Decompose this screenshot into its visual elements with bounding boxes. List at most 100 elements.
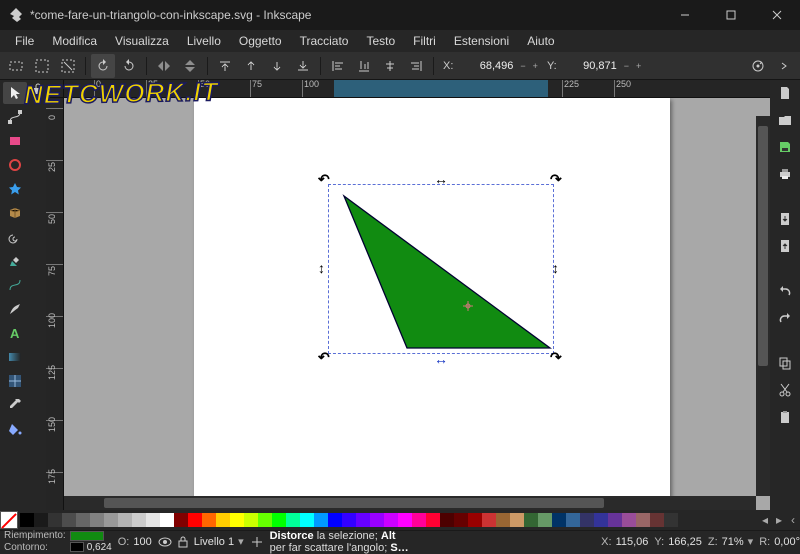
palette-scroll-left[interactable]: ◂ — [758, 513, 772, 527]
color-swatch[interactable] — [650, 513, 664, 527]
color-swatch[interactable] — [356, 513, 370, 527]
tool-spiral[interactable] — [3, 226, 27, 248]
snap-menu-chevron-icon[interactable] — [772, 54, 796, 78]
color-swatch[interactable] — [272, 513, 286, 527]
opacity-value[interactable]: 100 — [133, 536, 151, 548]
color-swatch[interactable] — [636, 513, 650, 527]
rotate-handle-bl[interactable]: ↶ — [318, 350, 330, 364]
color-swatch[interactable] — [258, 513, 272, 527]
color-swatch[interactable] — [482, 513, 496, 527]
color-swatch[interactable] — [174, 513, 188, 527]
menu-view[interactable]: Visualizza — [106, 32, 178, 50]
color-swatch[interactable] — [90, 513, 104, 527]
menu-object[interactable]: Oggetto — [230, 32, 291, 50]
rotate-handle-tr[interactable]: ↷ — [550, 172, 562, 186]
fill-swatch[interactable] — [70, 531, 104, 541]
skew-handle-top[interactable]: ↔ — [434, 172, 448, 186]
raise-icon[interactable] — [239, 54, 263, 78]
color-swatch[interactable] — [230, 513, 244, 527]
stroke-swatch[interactable] — [70, 542, 84, 552]
export-icon[interactable] — [778, 239, 792, 256]
skew-handle-bottom[interactable]: ↔ — [434, 352, 448, 366]
tool-bucket[interactable] — [3, 418, 27, 440]
color-swatch[interactable] — [20, 513, 34, 527]
ruler-corner[interactable] — [46, 80, 64, 98]
layer-chevron-icon[interactable]: ▾ — [238, 535, 244, 548]
color-swatch[interactable] — [412, 513, 426, 527]
color-swatch[interactable] — [314, 513, 328, 527]
color-swatch[interactable] — [146, 513, 160, 527]
zoom-chevron-icon[interactable]: ▾ — [748, 535, 754, 548]
tool-node[interactable] — [3, 106, 27, 128]
color-swatch[interactable] — [538, 513, 552, 527]
paste-icon[interactable] — [778, 410, 792, 427]
menu-layer[interactable]: Livello — [178, 32, 230, 50]
align-hcenter-icon[interactable] — [378, 54, 402, 78]
color-swatch[interactable] — [468, 513, 482, 527]
menu-path[interactable]: Tracciato — [291, 32, 358, 50]
y-dec-button[interactable]: − — [621, 61, 632, 71]
y-inc-button[interactable]: + — [633, 61, 644, 71]
select-all-layer-icon[interactable] — [4, 54, 28, 78]
tool-mesh[interactable] — [3, 370, 27, 392]
menu-file[interactable]: File — [6, 32, 43, 50]
color-swatch[interactable] — [524, 513, 538, 527]
v-scroll-thumb[interactable] — [758, 126, 768, 366]
rotate-handle-tl[interactable]: ↶ — [318, 172, 330, 186]
rotate-object-ccw-icon[interactable] — [91, 54, 115, 78]
menu-edit[interactable]: Modifica — [43, 32, 106, 50]
tool-star[interactable] — [3, 178, 27, 200]
rotation-value[interactable]: 0,00° — [774, 536, 800, 548]
palette-menu-chevron-icon[interactable]: ‹ — [786, 513, 800, 527]
tool-pencil[interactable] — [3, 250, 27, 272]
save-icon[interactable] — [778, 140, 792, 157]
color-swatch[interactable] — [104, 513, 118, 527]
color-swatch[interactable] — [552, 513, 566, 527]
vertical-scrollbar[interactable] — [756, 116, 770, 496]
new-doc-icon[interactable] — [778, 86, 792, 103]
open-icon[interactable] — [778, 113, 792, 130]
skew-handle-left[interactable]: ↕ — [318, 261, 325, 275]
canvas[interactable]: ↶ ↷ ↶ ↷ ↔ ↔ ↕ ↕ — [64, 98, 770, 510]
color-swatch[interactable] — [608, 513, 622, 527]
skew-handle-right[interactable]: ↕ — [552, 261, 559, 275]
tool-3dbox[interactable] — [3, 202, 27, 224]
color-swatch[interactable] — [244, 513, 258, 527]
lock-icon[interactable] — [31, 82, 45, 96]
cut-icon[interactable] — [778, 383, 792, 400]
menu-help[interactable]: Aiuto — [518, 32, 563, 50]
color-swatch[interactable] — [398, 513, 412, 527]
tool-calligraphy[interactable] — [3, 298, 27, 320]
print-icon[interactable] — [778, 167, 792, 184]
select-all-icon[interactable] — [30, 54, 54, 78]
menu-filters[interactable]: Filtri — [404, 32, 445, 50]
flip-horizontal-icon[interactable] — [152, 54, 176, 78]
color-swatch[interactable] — [300, 513, 314, 527]
horizontal-ruler[interactable]: 0255075100125150175200225250 — [64, 80, 770, 98]
color-swatch[interactable] — [216, 513, 230, 527]
tool-rectangle[interactable] — [3, 130, 27, 152]
x-coord-input[interactable]: 68,496 — [455, 60, 515, 72]
tool-bezier[interactable] — [3, 274, 27, 296]
h-scroll-thumb[interactable] — [104, 498, 604, 508]
tool-ellipse[interactable] — [3, 154, 27, 176]
color-swatch[interactable] — [440, 513, 454, 527]
color-swatch[interactable] — [202, 513, 216, 527]
rotate-handle-br[interactable]: ↷ — [550, 350, 562, 364]
tool-selector[interactable] — [3, 82, 27, 104]
copy-icon[interactable] — [778, 356, 792, 373]
close-button[interactable] — [754, 0, 800, 30]
align-left-icon[interactable] — [326, 54, 350, 78]
color-swatch[interactable] — [426, 513, 440, 527]
layer-selector[interactable]: Livello 1 — [194, 536, 234, 548]
deselect-icon[interactable] — [56, 54, 80, 78]
snap-button[interactable] — [746, 54, 770, 78]
color-swatch[interactable] — [566, 513, 580, 527]
color-swatch[interactable] — [76, 513, 90, 527]
color-swatch[interactable] — [328, 513, 342, 527]
color-swatch[interactable] — [510, 513, 524, 527]
tool-gradient[interactable] — [3, 346, 27, 368]
no-color-swatch[interactable] — [0, 511, 18, 529]
align-bottom-icon[interactable] — [352, 54, 376, 78]
color-swatch[interactable] — [286, 513, 300, 527]
